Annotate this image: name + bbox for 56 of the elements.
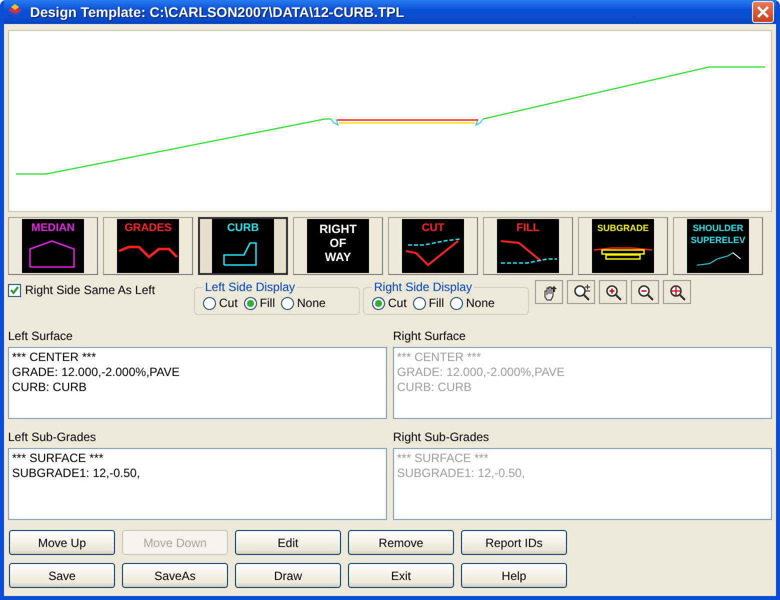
radio-label: None: [297, 296, 326, 310]
zoom-in-icon: [604, 282, 622, 302]
template-tool-button[interactable]: CUT: [388, 217, 478, 275]
template-tool-button[interactable]: SUBGRADE: [578, 217, 668, 275]
action-button[interactable]: Help: [461, 563, 567, 588]
zoom-out-button[interactable]: [631, 280, 659, 304]
radio-label: Cut: [219, 296, 238, 310]
template-tool-button[interactable]: CURB: [198, 217, 288, 275]
group-title: Left Side Display: [204, 280, 296, 294]
radio-button[interactable]: [450, 296, 464, 310]
action-button[interactable]: Draw: [235, 563, 341, 588]
group-title: Right Side Display: [373, 280, 474, 294]
list-label: Left Sub-Grades: [8, 430, 98, 444]
checkbox-label: Right Side Same As Left: [25, 283, 156, 297]
zoom-extents-icon: [668, 282, 686, 302]
hand-button[interactable]: [535, 280, 563, 304]
list-item[interactable]: CURB: CURB: [12, 380, 383, 395]
radio-button[interactable]: [203, 296, 216, 310]
list-item[interactable]: *** CENTER ***: [12, 350, 383, 365]
action-button[interactable]: Exit: [348, 563, 454, 588]
item-list[interactable]: *** SURFACE *** SUBGRADE1: 12,-0.50,: [8, 448, 387, 520]
list-label: Right Surface: [393, 329, 467, 343]
template-tool-button[interactable]: SHOULDER SUPERELEV: [673, 217, 763, 275]
list-item[interactable]: *** SURFACE ***: [12, 451, 383, 466]
item-list[interactable]: *** CENTER *** GRADE: 12.000,-2.000%,PAVE CURB: CURB: [8, 347, 387, 419]
zoom-extents-button[interactable]: [663, 280, 691, 304]
radio-button[interactable]: [372, 296, 385, 310]
action-button[interactable]: Remove: [348, 530, 454, 555]
radio-button[interactable]: [412, 296, 426, 310]
template-tool-button[interactable]: FILL: [483, 217, 573, 275]
radio-label: Cut: [388, 296, 407, 310]
radio-label: Fill: [260, 296, 276, 310]
action-button[interactable]: Report IDs: [461, 530, 567, 555]
template-tool-button[interactable]: MEDIAN: [8, 217, 98, 275]
window-title: Design Template: C:\CARLSON2007\DATA\12-CURB.TPL: [30, 4, 406, 20]
radio-label: None: [466, 296, 495, 310]
template-tool-button[interactable]: RIGHT OF WAY: [293, 217, 383, 275]
zoom-out-icon: [636, 282, 654, 302]
template-tool-button[interactable]: GRADES: [103, 217, 193, 275]
list-label: Right Sub-Grades: [393, 430, 490, 444]
action-button[interactable]: Save: [9, 563, 115, 588]
zoom-icon: [572, 282, 590, 302]
action-button[interactable]: Edit: [235, 530, 341, 555]
radio-label: Fill: [428, 296, 444, 310]
list-label: Left Surface: [8, 329, 74, 343]
radio-button[interactable]: [281, 296, 294, 310]
zoom-in-button[interactable]: [599, 280, 627, 304]
zoom-button[interactable]: [567, 280, 595, 304]
close-button[interactable]: [752, 1, 774, 23]
close-icon: [756, 5, 770, 19]
radio-button[interactable]: [244, 296, 257, 310]
list-item[interactable]: GRADE: 12.000,-2.000%,PAVE: [12, 365, 383, 380]
action-button[interactable]: SaveAs: [122, 563, 228, 588]
list-item[interactable]: SUBGRADE1: 12,-0.50,: [12, 466, 383, 481]
action-button[interactable]: Move Up: [9, 530, 115, 555]
checkbox[interactable]: [8, 284, 21, 296]
